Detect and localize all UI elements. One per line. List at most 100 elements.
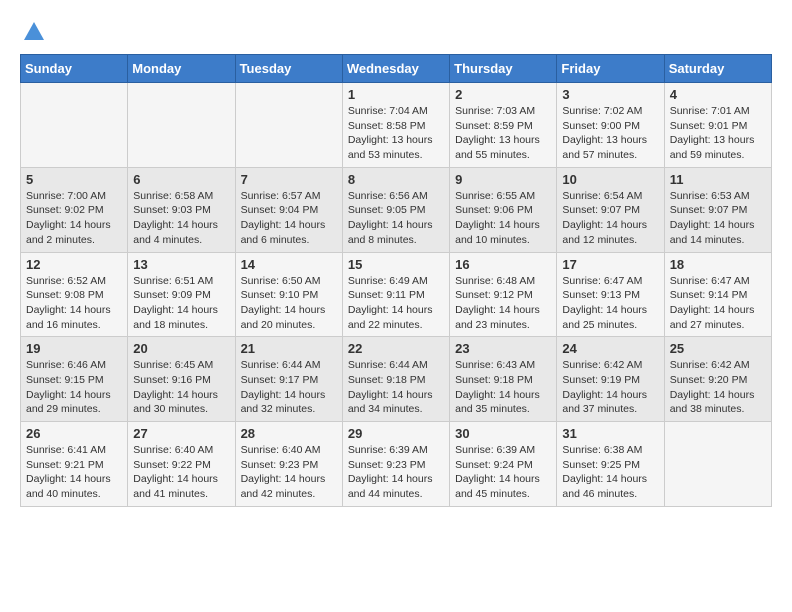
day-info: Sunrise: 7:00 AM Sunset: 9:02 PM Dayligh… (26, 189, 122, 248)
calendar-cell: 30Sunrise: 6:39 AM Sunset: 9:24 PM Dayli… (450, 422, 557, 507)
day-info: Sunrise: 6:43 AM Sunset: 9:18 PM Dayligh… (455, 358, 551, 417)
weekday-header: Monday (128, 55, 235, 83)
calendar-cell (664, 422, 771, 507)
day-number: 15 (348, 257, 444, 272)
day-number: 27 (133, 426, 229, 441)
calendar-week-row: 12 Sunrise: 6:52 AM Sunset: 9:08 PM Dayli… (21, 252, 772, 337)
weekday-header: Friday (557, 55, 664, 83)
calendar-cell (128, 83, 235, 168)
calendar-cell: 14 Sunrise: 6:50 AM Sunset: 9:10 PM Dayli… (235, 252, 342, 337)
calendar-header: SundayMondayTuesdayWednesdayThursdayFrid… (21, 55, 772, 83)
calendar-cell: 10 Sunrise: 6:54 AM Sunset: 9:07 PM Dayli… (557, 167, 664, 252)
day-number: 14 (241, 257, 337, 272)
calendar-cell: 5 Sunrise: 7:00 AM Sunset: 9:02 PM Daylig… (21, 167, 128, 252)
calendar-cell: 18 Sunrise: 6:47 AM Sunset: 9:14 PM Dayli… (664, 252, 771, 337)
calendar-week-row: 5 Sunrise: 7:00 AM Sunset: 9:02 PM Daylig… (21, 167, 772, 252)
calendar-cell: 26 Sunrise: 6:41 AM Sunset: 9:21 PM Dayli… (21, 422, 128, 507)
day-info: Sunrise: 6:52 AM Sunset: 9:08 PM Dayligh… (26, 274, 122, 333)
calendar-cell: 20 Sunrise: 6:45 AM Sunset: 9:16 PM Dayli… (128, 337, 235, 422)
day-info: Sunrise: 6:45 AM Sunset: 9:16 PM Dayligh… (133, 358, 229, 417)
calendar-cell: 6Sunrise: 6:58 AM Sunset: 9:03 PM Daylig… (128, 167, 235, 252)
day-number: 13 (133, 257, 229, 272)
day-number: 5 (26, 172, 122, 187)
day-number: 25 (670, 341, 766, 356)
weekday-header: Sunday (21, 55, 128, 83)
day-number: 10 (562, 172, 658, 187)
day-number: 1 (348, 87, 444, 102)
day-number: 26 (26, 426, 122, 441)
day-info: Sunrise: 6:44 AM Sunset: 9:17 PM Dayligh… (241, 358, 337, 417)
day-info: Sunrise: 6:49 AM Sunset: 9:11 PM Dayligh… (348, 274, 444, 333)
calendar-cell: 3Sunrise: 7:02 AM Sunset: 9:00 PM Daylig… (557, 83, 664, 168)
day-info: Sunrise: 6:47 AM Sunset: 9:13 PM Dayligh… (562, 274, 658, 333)
calendar-cell: 16 Sunrise: 6:48 AM Sunset: 9:12 PM Dayli… (450, 252, 557, 337)
day-info: Sunrise: 6:46 AM Sunset: 9:15 PM Dayligh… (26, 358, 122, 417)
day-number: 4 (670, 87, 766, 102)
day-info: Sunrise: 6:57 AM Sunset: 9:04 PM Dayligh… (241, 189, 337, 248)
day-number: 2 (455, 87, 551, 102)
day-info: Sunrise: 6:51 AM Sunset: 9:09 PM Dayligh… (133, 274, 229, 333)
calendar-cell: 9 Sunrise: 6:55 AM Sunset: 9:06 PM Daylig… (450, 167, 557, 252)
calendar-cell: 23 Sunrise: 6:43 AM Sunset: 9:18 PM Dayli… (450, 337, 557, 422)
calendar-cell (235, 83, 342, 168)
day-info: Sunrise: 6:41 AM Sunset: 9:21 PM Dayligh… (26, 443, 122, 502)
calendar-week-row: 1 Sunrise: 7:04 AM Sunset: 8:58 PM Daylig… (21, 83, 772, 168)
day-number: 8 (348, 172, 444, 187)
day-number: 28 (241, 426, 337, 441)
calendar-cell: 31 Sunrise: 6:38 AM Sunset: 9:25 PM Dayli… (557, 422, 664, 507)
day-number: 29 (348, 426, 444, 441)
day-number: 23 (455, 341, 551, 356)
day-info: Sunrise: 6:53 AM Sunset: 9:07 PM Dayligh… (670, 189, 766, 248)
page-header (20, 20, 772, 44)
day-info: Sunrise: 6:55 AM Sunset: 9:06 PM Dayligh… (455, 189, 551, 248)
calendar-cell: 28Sunrise: 6:40 AM Sunset: 9:23 PM Dayli… (235, 422, 342, 507)
day-number: 22 (348, 341, 444, 356)
day-number: 17 (562, 257, 658, 272)
day-number: 9 (455, 172, 551, 187)
calendar-cell: 17 Sunrise: 6:47 AM Sunset: 9:13 PM Dayli… (557, 252, 664, 337)
day-number: 19 (26, 341, 122, 356)
calendar-cell: 1 Sunrise: 7:04 AM Sunset: 8:58 PM Daylig… (342, 83, 449, 168)
calendar-week-row: 26 Sunrise: 6:41 AM Sunset: 9:21 PM Dayli… (21, 422, 772, 507)
day-info: Sunrise: 7:04 AM Sunset: 8:58 PM Dayligh… (348, 104, 444, 163)
calendar-week-row: 19 Sunrise: 6:46 AM Sunset: 9:15 PM Dayli… (21, 337, 772, 422)
calendar-cell: 25 Sunrise: 6:42 AM Sunset: 9:20 PM Dayli… (664, 337, 771, 422)
day-number: 20 (133, 341, 229, 356)
day-info: Sunrise: 6:50 AM Sunset: 9:10 PM Dayligh… (241, 274, 337, 333)
calendar-cell: 8Sunrise: 6:56 AM Sunset: 9:05 PM Daylig… (342, 167, 449, 252)
calendar-cell: 13 Sunrise: 6:51 AM Sunset: 9:09 PM Dayli… (128, 252, 235, 337)
day-info: Sunrise: 6:44 AM Sunset: 9:18 PM Dayligh… (348, 358, 444, 417)
day-info: Sunrise: 6:54 AM Sunset: 9:07 PM Dayligh… (562, 189, 658, 248)
day-number: 7 (241, 172, 337, 187)
day-info: Sunrise: 6:58 AM Sunset: 9:03 PM Dayligh… (133, 189, 229, 248)
day-info: Sunrise: 6:38 AM Sunset: 9:25 PM Dayligh… (562, 443, 658, 502)
weekday-header: Thursday (450, 55, 557, 83)
calendar-cell: 4Sunrise: 7:01 AM Sunset: 9:01 PM Daylig… (664, 83, 771, 168)
day-number: 12 (26, 257, 122, 272)
day-number: 11 (670, 172, 766, 187)
calendar-cell: 19 Sunrise: 6:46 AM Sunset: 9:15 PM Dayli… (21, 337, 128, 422)
calendar-cell: 7 Sunrise: 6:57 AM Sunset: 9:04 PM Daylig… (235, 167, 342, 252)
calendar-cell: 12 Sunrise: 6:52 AM Sunset: 9:08 PM Dayli… (21, 252, 128, 337)
day-number: 21 (241, 341, 337, 356)
day-info: Sunrise: 6:47 AM Sunset: 9:14 PM Dayligh… (670, 274, 766, 333)
logo (20, 20, 46, 44)
day-info: Sunrise: 6:42 AM Sunset: 9:20 PM Dayligh… (670, 358, 766, 417)
day-info: Sunrise: 6:39 AM Sunset: 9:23 PM Dayligh… (348, 443, 444, 502)
day-number: 31 (562, 426, 658, 441)
calendar-cell: 21 Sunrise: 6:44 AM Sunset: 9:17 PM Dayli… (235, 337, 342, 422)
weekday-header: Tuesday (235, 55, 342, 83)
day-info: Sunrise: 6:40 AM Sunset: 9:22 PM Dayligh… (133, 443, 229, 502)
day-number: 30 (455, 426, 551, 441)
calendar-cell: 22 Sunrise: 6:44 AM Sunset: 9:18 PM Dayli… (342, 337, 449, 422)
calendar-cell: 24Sunrise: 6:42 AM Sunset: 9:19 PM Dayli… (557, 337, 664, 422)
weekday-header: Saturday (664, 55, 771, 83)
calendar-cell: 15 Sunrise: 6:49 AM Sunset: 9:11 PM Dayli… (342, 252, 449, 337)
day-info: Sunrise: 6:42 AM Sunset: 9:19 PM Dayligh… (562, 358, 658, 417)
calendar-cell: 2Sunrise: 7:03 AM Sunset: 8:59 PM Daylig… (450, 83, 557, 168)
logo-icon (22, 20, 46, 44)
day-number: 3 (562, 87, 658, 102)
day-number: 18 (670, 257, 766, 272)
day-info: Sunrise: 6:48 AM Sunset: 9:12 PM Dayligh… (455, 274, 551, 333)
day-number: 16 (455, 257, 551, 272)
